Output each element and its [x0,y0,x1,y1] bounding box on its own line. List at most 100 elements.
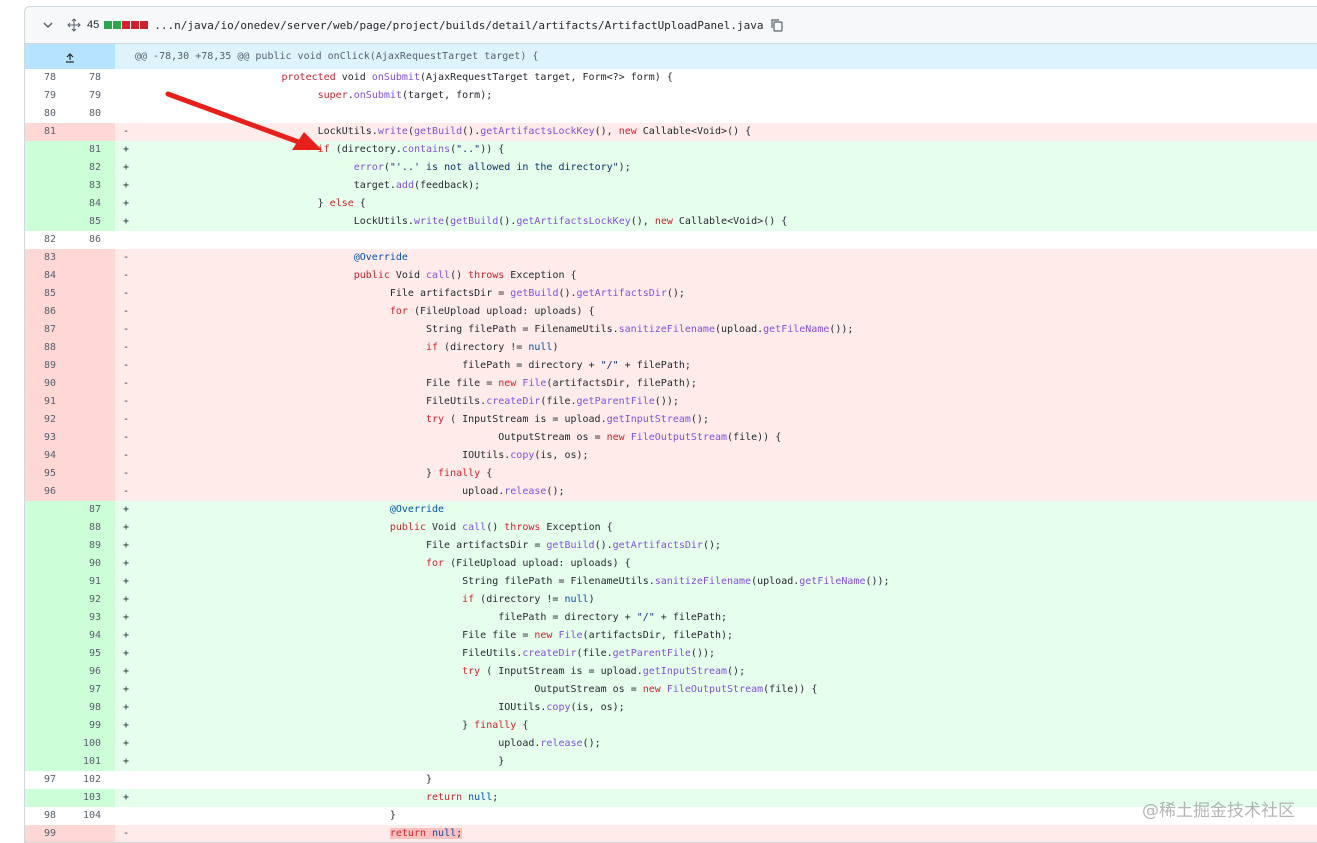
diffstat-block [140,21,149,29]
old-line-number[interactable] [25,519,70,537]
new-line-number[interactable] [70,483,115,501]
file-path[interactable]: ...n/java/io/onedev/server/web/page/proj… [154,19,763,32]
old-line-number[interactable] [25,501,70,519]
old-line-number[interactable] [25,555,70,573]
new-line-number[interactable] [70,465,115,483]
added-line: 85 + LockUtils.write(getBuild().getArtifa… [25,213,1317,231]
new-line-number[interactable]: 101 [70,753,115,771]
old-line-number[interactable] [25,627,70,645]
old-line-number[interactable] [25,573,70,591]
old-line-number[interactable]: 79 [25,87,70,105]
old-line-number[interactable]: 95 [25,465,70,483]
expand-up-icon[interactable] [25,44,115,69]
new-line-number[interactable] [70,285,115,303]
new-line-number[interactable] [70,393,115,411]
old-line-number[interactable]: 88 [25,339,70,357]
old-line-number[interactable] [25,537,70,555]
new-line-number[interactable]: 80 [70,105,115,123]
new-line-number[interactable]: 87 [70,501,115,519]
added-line: 99 + } finally { [25,717,1317,735]
old-line-number[interactable] [25,753,70,771]
new-line-number[interactable]: 82 [70,159,115,177]
old-line-number[interactable] [25,645,70,663]
old-line-number[interactable]: 93 [25,429,70,447]
old-line-number[interactable]: 91 [25,393,70,411]
old-line-number[interactable]: 96 [25,483,70,501]
old-line-number[interactable] [25,141,70,159]
new-line-number[interactable]: 85 [70,213,115,231]
diff-marker: - [122,306,129,317]
old-line-number[interactable]: 99 [25,825,70,842]
old-line-number[interactable] [25,213,70,231]
new-line-number[interactable]: 90 [70,555,115,573]
new-line-number[interactable]: 89 [70,537,115,555]
new-line-number[interactable]: 95 [70,645,115,663]
old-line-number[interactable] [25,681,70,699]
new-line-number[interactable]: 102 [70,771,115,789]
new-line-number[interactable] [70,303,115,321]
new-line-number[interactable] [70,825,115,842]
new-line-number[interactable]: 99 [70,717,115,735]
new-line-number[interactable]: 88 [70,519,115,537]
new-line-number[interactable]: 92 [70,591,115,609]
old-line-number[interactable] [25,717,70,735]
new-line-number[interactable]: 93 [70,609,115,627]
new-line-number[interactable]: 81 [70,141,115,159]
old-line-number[interactable]: 84 [25,267,70,285]
new-line-number[interactable]: 103 [70,789,115,807]
old-line-number[interactable]: 78 [25,69,70,87]
old-line-number[interactable]: 82 [25,231,70,249]
new-line-number[interactable] [70,123,115,141]
old-line-number[interactable] [25,789,70,807]
old-line-number[interactable]: 94 [25,447,70,465]
deleted-line: 81 - LockUtils.write(getBuild().getArtifa… [25,123,1317,141]
new-line-number[interactable] [70,321,115,339]
old-line-number[interactable] [25,159,70,177]
new-line-number[interactable]: 96 [70,663,115,681]
old-line-number[interactable]: 90 [25,375,70,393]
new-line-number[interactable] [70,357,115,375]
copy-icon[interactable] [770,18,784,32]
new-line-number[interactable]: 100 [70,735,115,753]
old-line-number[interactable] [25,609,70,627]
new-line-number[interactable]: 78 [70,69,115,87]
code-content: @Override [353,252,408,263]
old-line-number[interactable] [25,735,70,753]
old-line-number[interactable]: 87 [25,321,70,339]
new-line-number[interactable] [70,339,115,357]
old-line-number[interactable]: 80 [25,105,70,123]
file-header: 45 ...n/java/io/onedev/server/web/page/p… [25,7,1317,44]
old-line-number[interactable]: 92 [25,411,70,429]
new-line-number[interactable] [70,375,115,393]
new-line-number[interactable] [70,429,115,447]
old-line-number[interactable] [25,177,70,195]
old-line-number[interactable] [25,591,70,609]
new-line-number[interactable]: 86 [70,231,115,249]
new-line-number[interactable]: 84 [70,195,115,213]
new-line-number[interactable]: 83 [70,177,115,195]
code-content: } finally { [137,720,529,731]
new-line-number[interactable]: 98 [70,699,115,717]
new-line-number[interactable] [70,411,115,429]
old-line-number[interactable]: 85 [25,285,70,303]
old-line-number[interactable]: 86 [25,303,70,321]
new-line-number[interactable] [70,447,115,465]
new-line-number[interactable]: 97 [70,681,115,699]
old-line-number[interactable] [25,699,70,717]
old-line-number[interactable]: 97 [25,771,70,789]
new-line-number[interactable]: 91 [70,573,115,591]
code-content: String filePath = FilenameUtils.sanitize… [137,576,890,587]
old-line-number[interactable]: 89 [25,357,70,375]
old-line-number[interactable]: 81 [25,123,70,141]
chevron-down-icon[interactable] [41,18,55,32]
old-line-number[interactable]: 83 [25,249,70,267]
old-line-number[interactable] [25,195,70,213]
old-line-number[interactable] [25,663,70,681]
old-line-number[interactable]: 98 [25,807,70,825]
new-line-number[interactable]: 104 [70,807,115,825]
new-line-number[interactable] [70,267,115,285]
new-line-number[interactable]: 79 [70,87,115,105]
new-line-number[interactable] [70,249,115,267]
new-line-number[interactable]: 94 [70,627,115,645]
expand-all-icon[interactable] [67,18,81,32]
